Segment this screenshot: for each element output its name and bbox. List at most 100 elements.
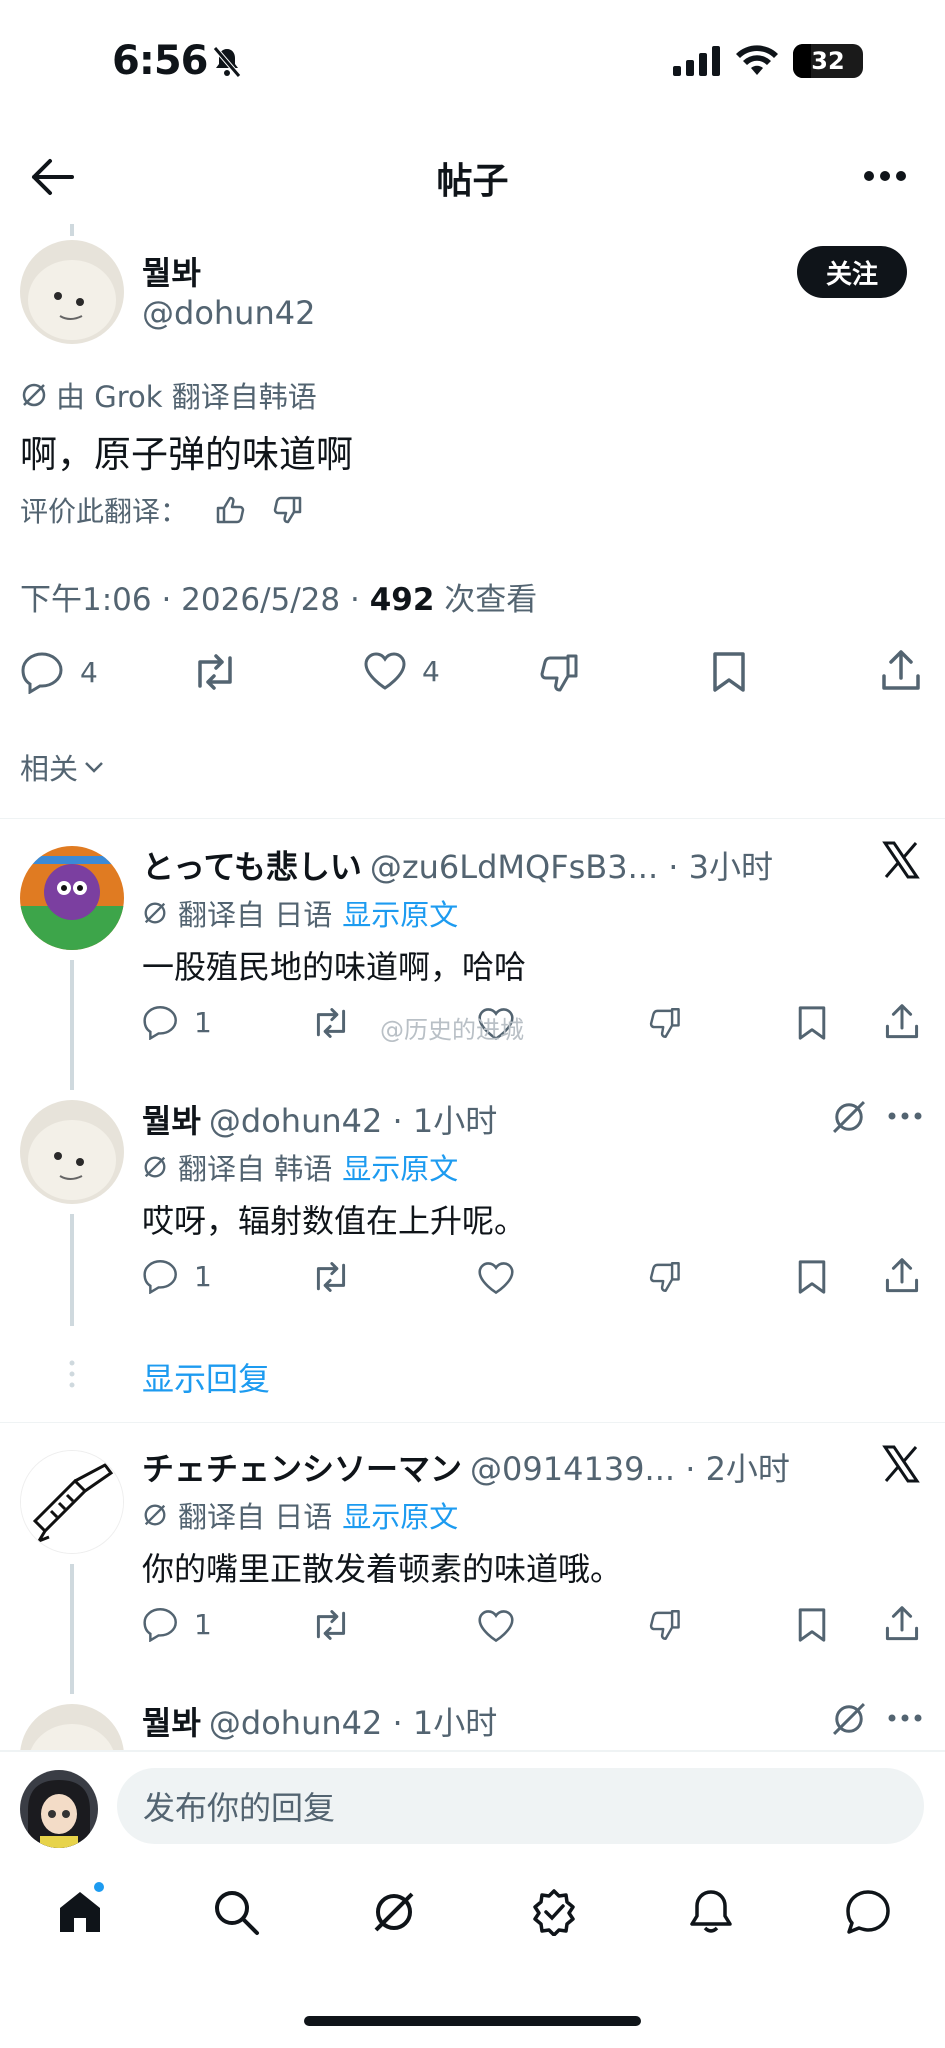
heart-icon[interactable]: [476, 1608, 516, 1644]
reply-body: 哎呀，辐射数值在上升呢。: [142, 1202, 527, 1240]
more-options-icon[interactable]: [888, 1714, 922, 1722]
status-time: 6:56: [112, 38, 208, 84]
views-count: 492: [369, 582, 435, 618]
battery-indicator: 32: [793, 44, 863, 78]
thread-line: [70, 1564, 74, 1694]
reply-body: 你的嘴里正散发着顿素的味道哦。: [142, 1550, 623, 1588]
rate-translation: 评价此翻译：: [20, 490, 304, 530]
share-icon[interactable]: [884, 1256, 920, 1296]
rate-translation-label: 评价此翻译：: [20, 495, 189, 528]
reply-count: 1: [194, 1005, 212, 1039]
notifications-bell-icon[interactable]: [688, 1888, 734, 1936]
search-icon[interactable]: [212, 1888, 260, 1936]
reply-meta: @zu6LdMQFsB3... · 3小时: [369, 848, 774, 886]
translated-label: 翻译自 日语: [178, 1500, 333, 1534]
verified-badge-icon[interactable]: [530, 1888, 578, 1936]
translated-label: 翻译自 韩语: [178, 1152, 333, 1186]
share-icon[interactable]: [884, 1002, 920, 1042]
show-original-link[interactable]: 显示原文: [342, 1146, 458, 1188]
reply-count: 1: [194, 1607, 212, 1641]
page-title: 帖子: [436, 161, 509, 202]
wifi-icon: [736, 45, 778, 75]
dislike-icon[interactable]: [646, 1260, 682, 1294]
like-action[interactable]: 4: [362, 650, 440, 692]
thread-connector: [70, 224, 74, 236]
reply-action[interactable]: 4: [20, 650, 98, 694]
retweet-icon[interactable]: [310, 1260, 352, 1294]
my-avatar[interactable]: [20, 1770, 98, 1848]
grok-icon: [144, 902, 166, 924]
author-handle[interactable]: @dohun42: [142, 294, 315, 332]
post-body: 啊，原子弹的味道啊: [20, 433, 353, 476]
author-name[interactable]: 뭘봐: [142, 248, 201, 294]
divider: [0, 1422, 945, 1423]
thumbs-up-icon[interactable]: [214, 494, 246, 526]
reply-avatar[interactable]: [20, 846, 124, 950]
reply-count: 4: [80, 655, 98, 689]
dislike-icon[interactable]: [536, 652, 580, 694]
show-original-link[interactable]: 显示原文: [342, 892, 458, 934]
reply-avatar[interactable]: [20, 1704, 124, 1750]
retweet-icon[interactable]: [310, 1006, 352, 1040]
more-options-icon[interactable]: [863, 170, 907, 182]
bookmark-icon[interactable]: [796, 1606, 828, 1644]
reply-action[interactable]: 1: [142, 1004, 212, 1040]
grok-tab-icon[interactable]: [370, 1888, 418, 1936]
grok-icon[interactable]: [830, 1098, 868, 1136]
bookmark-icon[interactable]: [796, 1258, 828, 1296]
home-icon[interactable]: [56, 1888, 104, 1934]
reply-header: 뭘봐 @dohun42 · 1小时: [142, 1698, 497, 1744]
reply-icon: [143, 1260, 177, 1294]
heart-icon[interactable]: [476, 1260, 516, 1296]
bookmark-icon[interactable]: [710, 650, 748, 694]
bookmark-icon[interactable]: [796, 1004, 828, 1042]
translation-label: 由 Grok 翻译自韩语: [56, 380, 317, 414]
x-logo-icon: [881, 840, 921, 880]
reply-action[interactable]: 1: [142, 1606, 212, 1642]
reply-action[interactable]: 1: [142, 1258, 212, 1294]
grok-icon: [144, 1156, 166, 1178]
divider: [0, 1750, 945, 1752]
like-count: 4: [422, 654, 440, 688]
cellular-signal-icon: [673, 46, 720, 76]
more-options-icon[interactable]: [888, 1112, 922, 1120]
reply-translation: 翻译自 韩语 显示原文: [142, 1146, 458, 1188]
reply-avatar[interactable]: [20, 1100, 124, 1204]
mute-bell-icon: [212, 46, 242, 78]
messages-icon[interactable]: [844, 1888, 892, 1936]
reply-count: 1: [194, 1259, 212, 1293]
thumbs-down-icon[interactable]: [272, 494, 304, 526]
reply-meta: @0914139... · 2小时: [470, 1450, 790, 1488]
share-icon[interactable]: [884, 1604, 920, 1644]
show-original-link[interactable]: 显示原文: [342, 1494, 458, 1536]
retweet-icon[interactable]: [310, 1608, 352, 1642]
follow-button[interactable]: 关注: [797, 246, 907, 298]
reply-icon: [143, 1608, 177, 1642]
reply-partial: 뭘봐 @dohun42 · 1小时: [0, 1690, 945, 1750]
retweet-icon[interactable]: [190, 652, 240, 692]
grok-icon: [22, 383, 46, 407]
notification-dot: [92, 1880, 106, 1894]
show-replies-link[interactable]: 显示回复: [142, 1354, 270, 1400]
related-toggle[interactable]: 相关: [20, 746, 104, 788]
related-label: 相关: [20, 752, 79, 786]
reply-author-name: 뭘봐: [142, 1704, 201, 1742]
grok-icon: [144, 1504, 166, 1526]
share-icon[interactable]: [880, 648, 922, 694]
reply-author-name: 뭘봐: [142, 1102, 201, 1140]
reply-translation: 翻译自 日语 显示原文: [142, 1494, 458, 1536]
x-logo-icon: [881, 1444, 921, 1484]
divider: [0, 818, 945, 819]
author-avatar[interactable]: [20, 240, 124, 344]
reply-input[interactable]: 发布你的回复: [117, 1768, 924, 1844]
thread-line: [70, 960, 74, 1090]
dislike-icon[interactable]: [646, 1006, 682, 1040]
reply-translation: 翻译自 日语 显示原文: [142, 892, 458, 934]
status-icons: 32: [673, 44, 863, 78]
reply-avatar[interactable]: [20, 1450, 124, 1554]
grok-icon[interactable]: [830, 1700, 868, 1738]
dislike-icon[interactable]: [646, 1608, 682, 1642]
chevron-down-icon: [85, 762, 103, 773]
reply-icon: [143, 1006, 177, 1040]
reply-header: チェチェンシソーマン @0914139... · 2小时: [142, 1444, 790, 1490]
